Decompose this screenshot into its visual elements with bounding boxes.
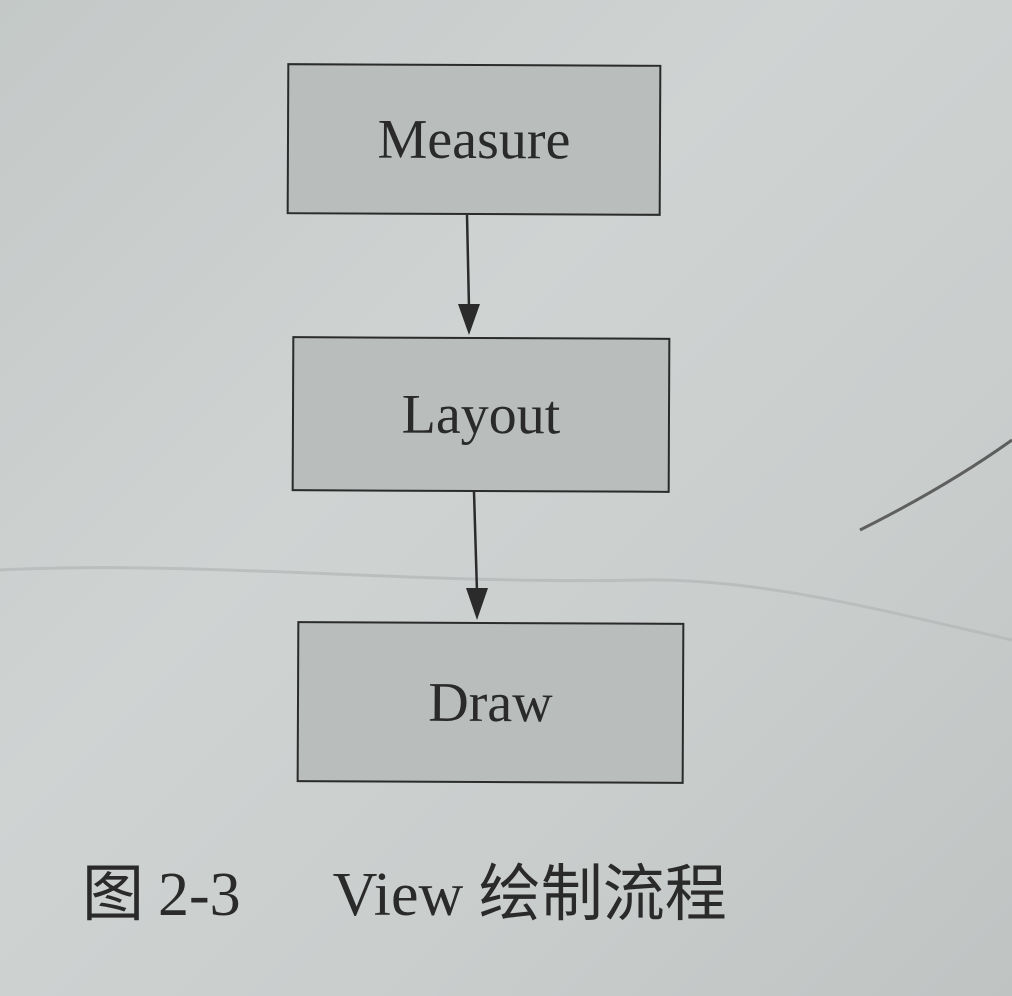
figure-number: 2-3: [158, 861, 241, 929]
arrow-layout-to-draw: [466, 491, 488, 620]
diagram-page: Measure Layout Draw 图 2-3 View 绘制流程: [0, 0, 1012, 996]
figure-label: 图: [82, 861, 145, 929]
figure-caption: 图 2-3 View 绘制流程: [82, 850, 942, 940]
figure-title: View 绘制流程: [332, 861, 727, 929]
arrow-measure-to-layout: [458, 214, 480, 335]
flow-arrows: [458, 214, 488, 620]
